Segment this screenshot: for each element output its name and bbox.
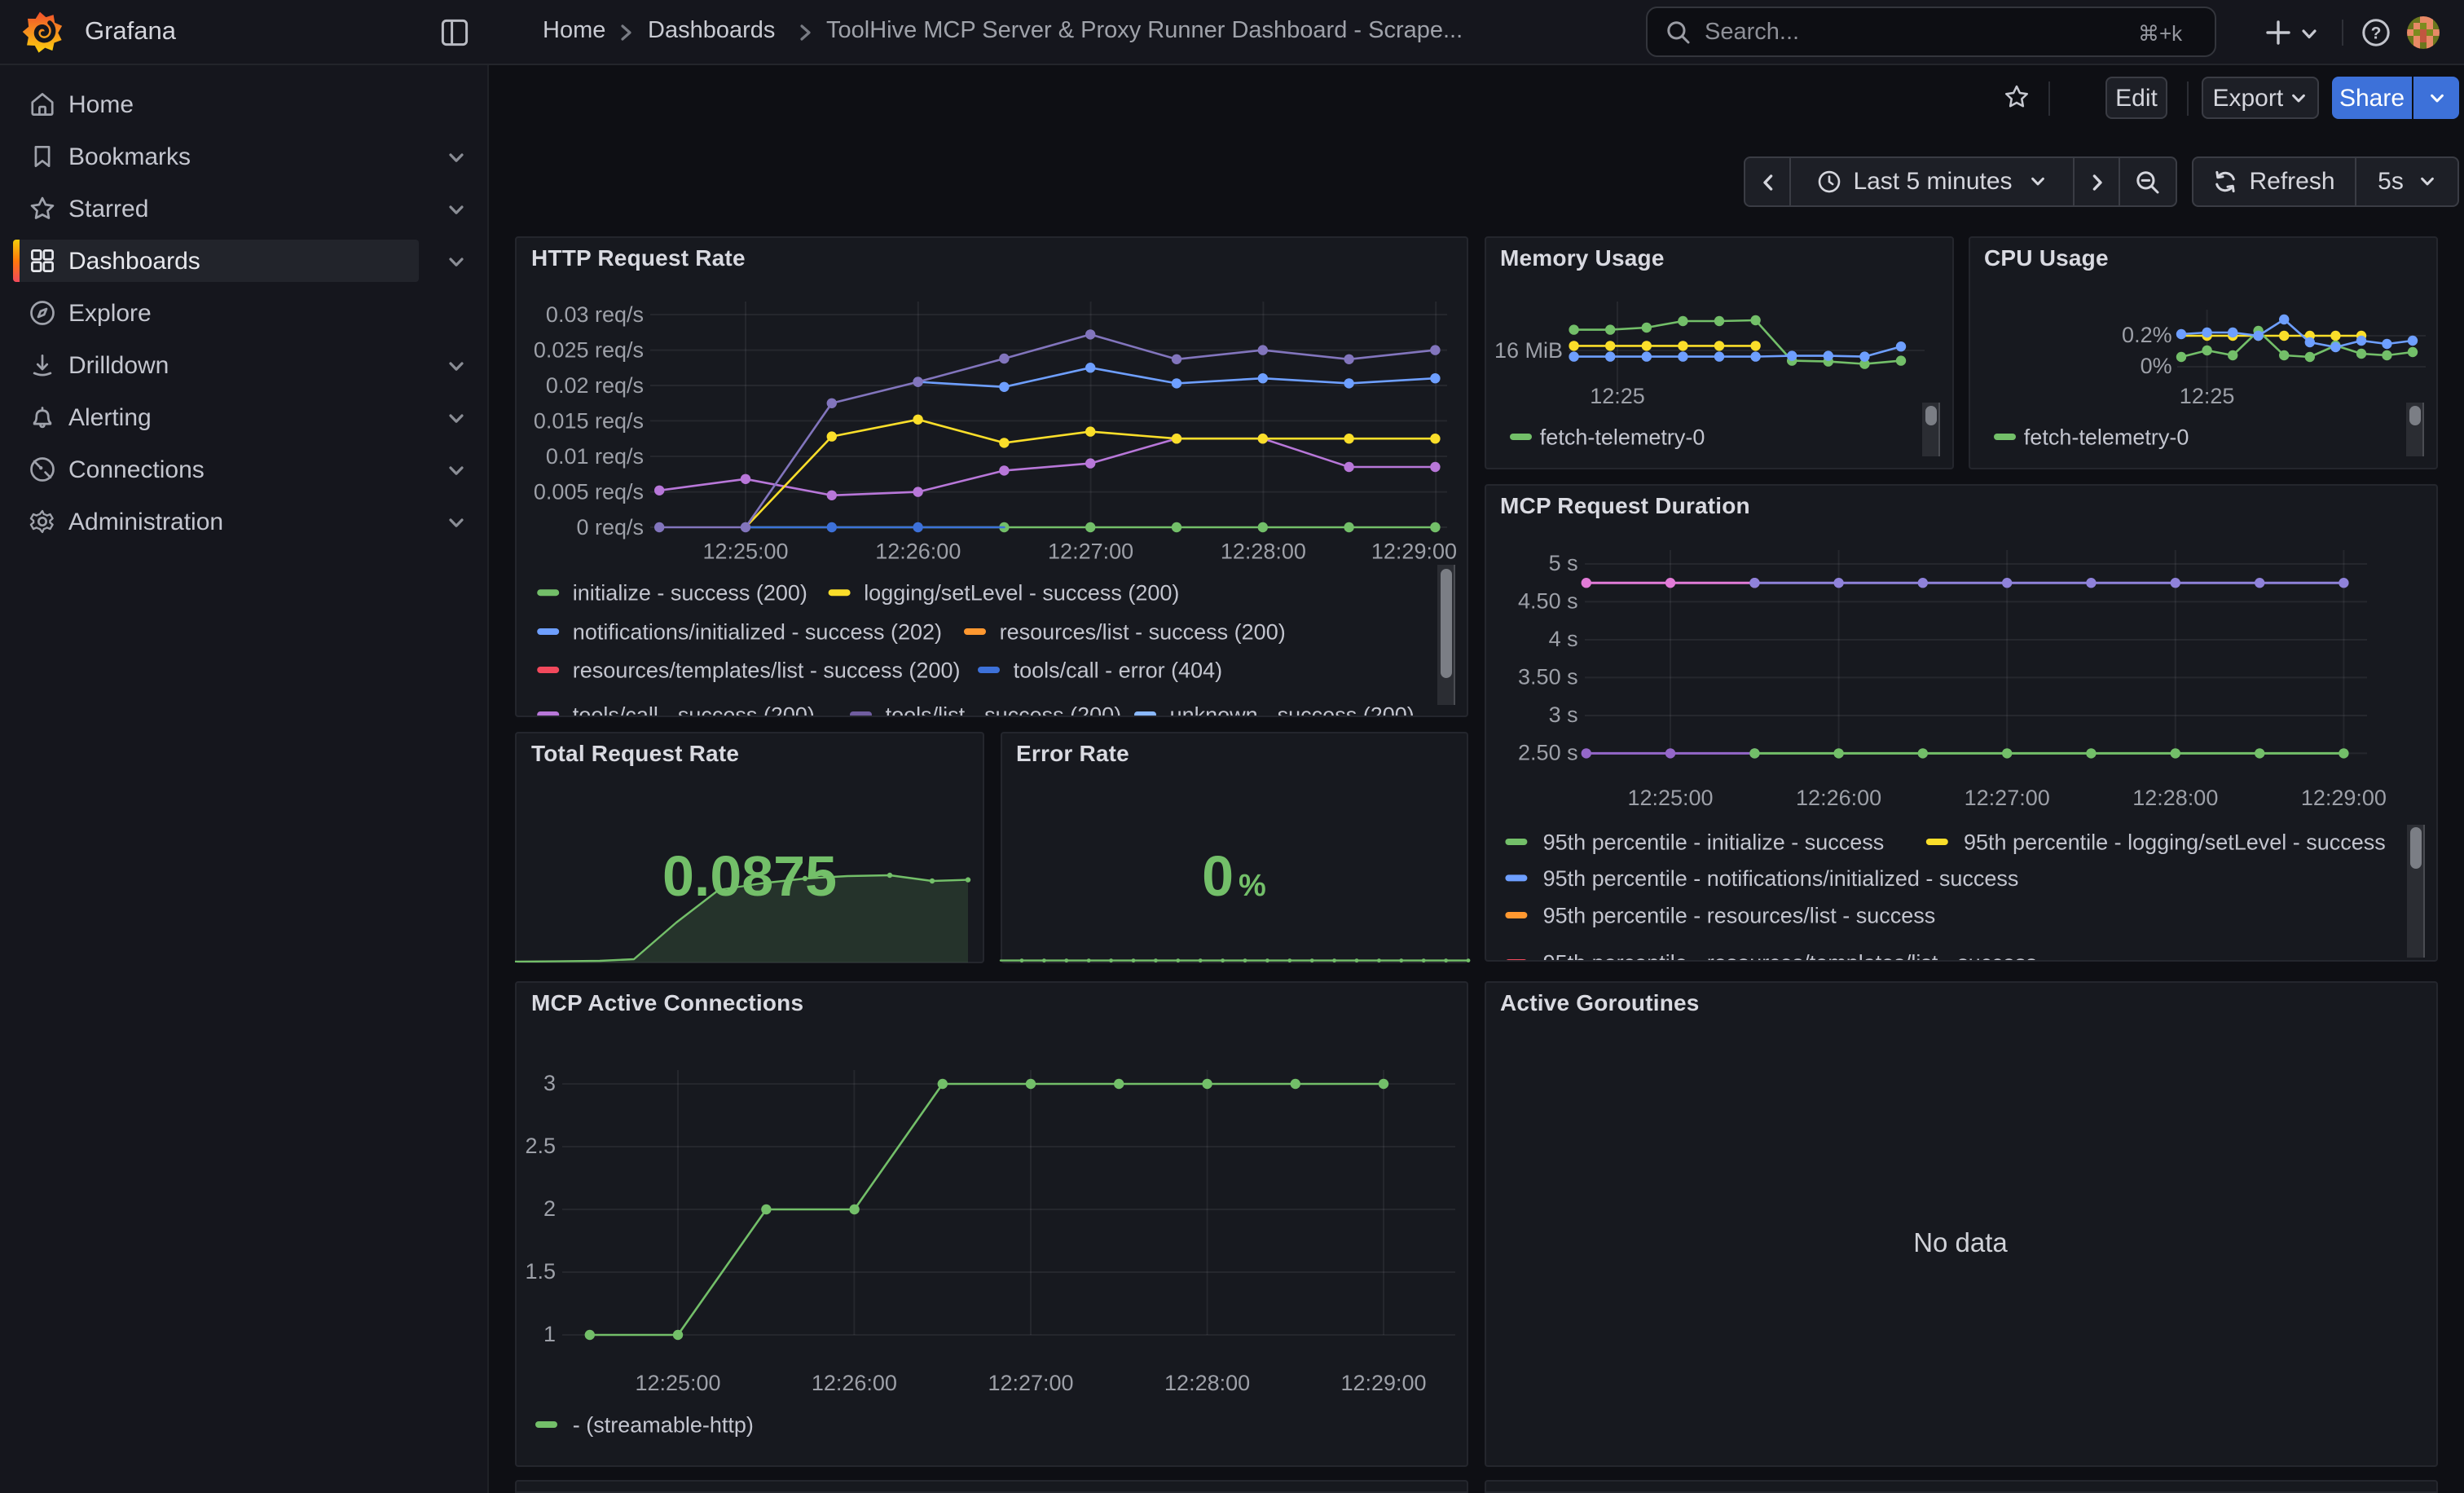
svg-text:2.5: 2.5: [525, 1134, 556, 1158]
svg-text:initialize - success (200): initialize - success (200): [573, 581, 807, 606]
svg-text:5 s: 5 s: [1548, 550, 1577, 575]
svg-text:12:26:00: 12:26:00: [1795, 785, 1881, 809]
svg-text:12:27:00: 12:27:00: [1048, 540, 1133, 564]
svg-text:0.025 req/s: 0.025 req/s: [534, 337, 644, 362]
svg-text:0%: 0%: [2140, 354, 2171, 378]
svg-text:3: 3: [543, 1071, 556, 1095]
svg-text:logging/setLevel - success (20: logging/setLevel - success (200): [864, 581, 1179, 606]
svg-text:tools/call - success (200): tools/call - success (200): [573, 702, 815, 727]
svg-text:12:29:00: 12:29:00: [2300, 785, 2386, 809]
svg-text:3.50 s: 3.50 s: [1517, 663, 1577, 688]
svg-text:12:28:00: 12:28:00: [2132, 785, 2217, 809]
svg-text:0.2%: 0.2%: [2121, 323, 2171, 347]
svg-text:%: %: [1238, 869, 1265, 903]
svg-text:resources/templates/list - suc: resources/templates/list - success (200): [573, 658, 961, 682]
svg-text:95th percentile - logging/setL: 95th percentile - logging/setLevel - suc…: [1963, 829, 2385, 853]
svg-text:0.015 req/s: 0.015 req/s: [534, 409, 644, 434]
svg-text:12:28:00: 12:28:00: [1164, 1371, 1250, 1395]
svg-text:2: 2: [543, 1196, 556, 1221]
svg-text:fetch-telemetry-0: fetch-telemetry-0: [1539, 425, 1705, 449]
svg-text:3 s: 3 s: [1548, 702, 1577, 726]
svg-text:unknown - success (200): unknown - success (200): [1170, 702, 1415, 727]
svg-text:95th percentile - notification: 95th percentile - notifications/initiali…: [1542, 865, 2018, 890]
svg-text:0.0875: 0.0875: [662, 844, 837, 908]
svg-text:12:25: 12:25: [1589, 384, 1644, 408]
svg-text:12:25: 12:25: [2179, 384, 2234, 408]
svg-text:95th percentile - resources/te: 95th percentile - resources/templates/li…: [1542, 949, 2036, 974]
svg-text:12:26:00: 12:26:00: [875, 540, 961, 564]
svg-text:4 s: 4 s: [1548, 626, 1577, 650]
svg-text:- (streamable-http): - (streamable-http): [573, 1412, 754, 1437]
svg-text:12:27:00: 12:27:00: [988, 1371, 1073, 1395]
svg-text:1.5: 1.5: [525, 1259, 556, 1284]
svg-text:12:25:00: 12:25:00: [702, 540, 788, 564]
svg-text:12:25:00: 12:25:00: [635, 1371, 720, 1395]
svg-text:12:27:00: 12:27:00: [1964, 785, 2049, 809]
svg-text:0.01 req/s: 0.01 req/s: [546, 444, 644, 469]
svg-text:resources/list - success (200): resources/list - success (200): [1000, 619, 1286, 644]
svg-text:fetch-telemetry-0: fetch-telemetry-0: [2023, 425, 2189, 449]
svg-text:0.02 req/s: 0.02 req/s: [546, 373, 644, 398]
svg-text:0: 0: [1201, 844, 1233, 908]
svg-text:12:29:00: 12:29:00: [1371, 540, 1457, 564]
svg-text:tools/list - success (200): tools/list - success (200): [886, 702, 1122, 727]
svg-text:0.03 req/s: 0.03 req/s: [546, 302, 644, 327]
svg-text:2.50 s: 2.50 s: [1517, 739, 1577, 764]
svg-text:?: ?: [2371, 24, 2382, 43]
svg-text:12:26:00: 12:26:00: [812, 1371, 897, 1395]
svg-text:95th percentile - resources/li: 95th percentile - resources/list - succe…: [1542, 902, 1935, 927]
svg-text:1: 1: [543, 1322, 556, 1346]
svg-text:0.005 req/s: 0.005 req/s: [534, 479, 644, 504]
svg-text:0 req/s: 0 req/s: [576, 515, 644, 540]
svg-text:95th percentile - initialize -: 95th percentile - initialize - success: [1542, 829, 1884, 853]
svg-text:12:28:00: 12:28:00: [1221, 540, 1306, 564]
svg-text:12:29:00: 12:29:00: [1340, 1371, 1426, 1395]
svg-text:tools/call - error (404): tools/call - error (404): [1014, 658, 1223, 682]
svg-text:12:25:00: 12:25:00: [1626, 785, 1712, 809]
svg-text:16 MiB: 16 MiB: [1494, 338, 1562, 363]
svg-text:notifications/initialized - su: notifications/initialized - success (202…: [573, 619, 942, 644]
svg-text:4.50 s: 4.50 s: [1517, 588, 1577, 612]
